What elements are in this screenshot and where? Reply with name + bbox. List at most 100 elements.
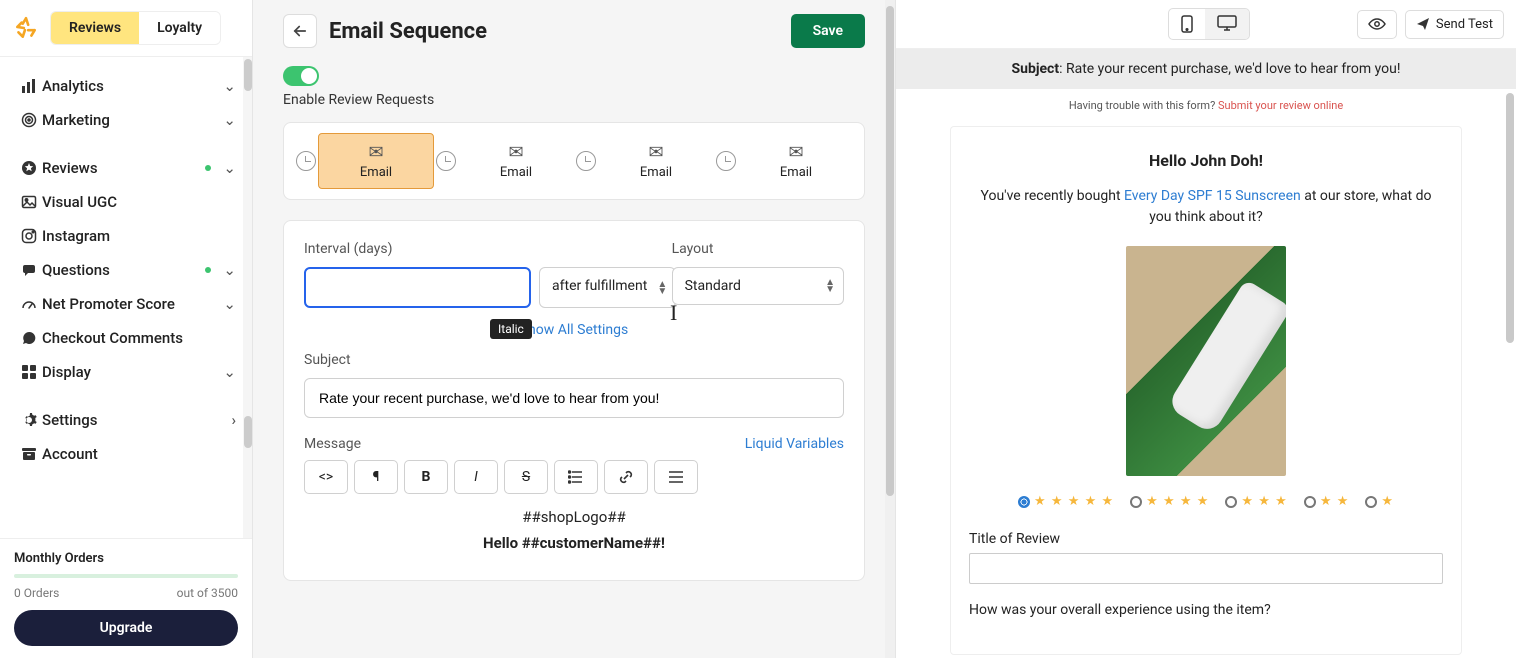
select-value: Standard (685, 278, 741, 294)
toolbar-paragraph[interactable]: ¶ (354, 460, 398, 494)
chevron-down-icon: ⌄ (223, 261, 236, 279)
sidebar-item-reviews[interactable]: Reviews ⌄ (4, 151, 248, 185)
device-mobile[interactable] (1169, 9, 1205, 39)
nav-label: Display (42, 363, 91, 381)
sidebar-item-instagram[interactable]: Instagram (4, 219, 248, 253)
questions-icon (16, 262, 42, 278)
nav-label: Visual UGC (42, 193, 117, 211)
product-link[interactable]: Every Day SPF 15 Sunscreen (1124, 188, 1301, 204)
subject-label: Subject (304, 352, 844, 368)
sidebar-item-account[interactable]: Account (4, 437, 248, 471)
show-all-settings-link[interactable]: Show All Settings (520, 322, 629, 338)
review-title-input[interactable] (969, 553, 1443, 584)
step-label: Email (462, 165, 570, 180)
rating-1[interactable]: ★ (1365, 494, 1394, 509)
sidebar-item-visual-ugc[interactable]: Visual UGC (4, 185, 248, 219)
rating-5[interactable]: ★ ★ ★ ★ ★ (1018, 494, 1114, 509)
stars-icon: ★ (1381, 494, 1394, 509)
sequence-step-4[interactable]: ✉Email (738, 134, 854, 188)
nav-label: Account (42, 445, 98, 463)
preview-scrollbar[interactable] (1506, 93, 1514, 343)
star-icon (16, 160, 42, 176)
upgrade-button[interactable]: Upgrade (14, 610, 238, 646)
sidebar-item-questions[interactable]: Questions ⌄ (4, 253, 248, 287)
send-test-label: Send Test (1436, 17, 1493, 32)
analytics-icon (16, 78, 42, 94)
rating-2[interactable]: ★ ★ (1304, 494, 1350, 509)
sidebar-item-marketing[interactable]: Marketing ⌄ (4, 103, 248, 137)
trouble-line: Having trouble with this form? Submit yo… (950, 99, 1462, 112)
liquid-variables-link[interactable]: Liquid Variables (745, 436, 844, 452)
monthly-orders-count: 0 Orders (14, 586, 59, 600)
layout-select[interactable]: Standard ▲▼ (672, 267, 844, 305)
editor-scrollbar[interactable] (885, 0, 895, 658)
sidebar-scrollbar[interactable] (243, 57, 252, 538)
instagram-icon (16, 228, 42, 244)
rating-4[interactable]: ★ ★ ★ ★ (1130, 494, 1209, 509)
toolbar-align[interactable] (654, 460, 698, 494)
toolbar-strike[interactable]: S (504, 460, 548, 494)
tab-reviews[interactable]: Reviews (51, 12, 139, 44)
select-value: after fulfillment (552, 278, 647, 294)
toolbar-link[interactable] (604, 460, 648, 494)
device-desktop[interactable] (1205, 9, 1249, 39)
sequence-step-3[interactable]: ✉Email (598, 134, 714, 188)
save-button[interactable]: Save (791, 14, 865, 48)
monthly-orders-title: Monthly Orders (14, 551, 238, 566)
send-test-button[interactable]: Send Test (1405, 10, 1504, 39)
mail-icon: ✉ (742, 142, 850, 163)
interval-trigger-select[interactable]: after fulfillment ▲▼ (539, 267, 676, 308)
stars-icon: ★ ★ ★ (1241, 494, 1287, 509)
sequence-step-1[interactable]: ✉Email (318, 133, 434, 189)
settings-panel: Interval (days) after fulfillment ▲▼ Lay… (283, 220, 865, 581)
experience-label: How was your overall experience using th… (969, 602, 1443, 618)
sidebar-item-nps[interactable]: Net Promoter Score ⌄ (4, 287, 248, 321)
sidebar-item-settings[interactable]: Settings › (4, 403, 248, 437)
subject-text: : Rate your recent purchase, we'd love t… (1059, 61, 1400, 77)
trouble-text: Having trouble with this form? (1069, 99, 1215, 112)
sequence-step-2[interactable]: ✉ Email (458, 134, 574, 188)
mail-icon: ✉ (462, 142, 570, 163)
sidebar-item-display[interactable]: Display ⌄ (4, 355, 248, 389)
chevron-right-icon: › (231, 411, 236, 429)
chevron-down-icon: ⌄ (223, 159, 236, 177)
subject-input[interactable] (304, 378, 844, 418)
nav-label: Analytics (42, 77, 104, 95)
message-line: ##shopLogo## (304, 508, 844, 526)
toolbar-italic[interactable]: I (454, 460, 498, 494)
rating-3[interactable]: ★ ★ ★ (1225, 494, 1287, 509)
page-title: Email Sequence (329, 19, 487, 44)
toolbar-bold[interactable]: B (404, 460, 448, 494)
nav-label: Net Promoter Score (42, 295, 175, 313)
gear-icon (16, 412, 42, 428)
image-icon (16, 194, 42, 210)
enable-toggle[interactable] (283, 66, 319, 86)
monthly-orders: Monthly Orders 0 Orders out of 3500 Upgr… (0, 538, 252, 658)
sidebar: Reviews Loyalty Analytics ⌄ Marketing (0, 0, 253, 658)
chevron-down-icon: ⌄ (223, 363, 236, 381)
sidebar-item-analytics[interactable]: Analytics ⌄ (4, 69, 248, 103)
sidebar-item-checkout-comments[interactable]: Checkout Comments (4, 321, 248, 355)
greeting: Hello John Doh! (969, 151, 1443, 170)
interval-input[interactable] (304, 267, 531, 308)
clock-icon (576, 151, 596, 171)
radio-icon (1130, 496, 1142, 508)
intro-text: You've recently bought Every Day SPF 15 … (969, 186, 1443, 228)
message-line: Hello ##customerName##! (304, 534, 844, 552)
back-button[interactable] (283, 14, 317, 48)
tab-loyalty[interactable]: Loyalty (139, 12, 220, 44)
toolbar-list[interactable] (554, 460, 598, 494)
chevron-down-icon: ⌄ (223, 295, 236, 313)
chevron-down-icon: ⌄ (223, 111, 236, 129)
mail-icon: ✉ (323, 142, 429, 163)
message-body[interactable]: ##shopLogo## Hello ##customerName##! (304, 508, 844, 552)
toolbar-code[interactable]: <> (304, 460, 348, 494)
interval-label: Interval (days) (304, 241, 644, 257)
radio-icon (1365, 496, 1377, 508)
stars-icon: ★ ★ ★ ★ ★ (1034, 494, 1114, 509)
preview-eye-button[interactable] (1357, 10, 1397, 39)
nav: Analytics ⌄ Marketing ⌄ Reviews (0, 57, 252, 483)
trouble-link[interactable]: Submit your review online (1218, 99, 1343, 112)
grid-icon (16, 364, 42, 380)
nav-label: Marketing (42, 111, 110, 129)
